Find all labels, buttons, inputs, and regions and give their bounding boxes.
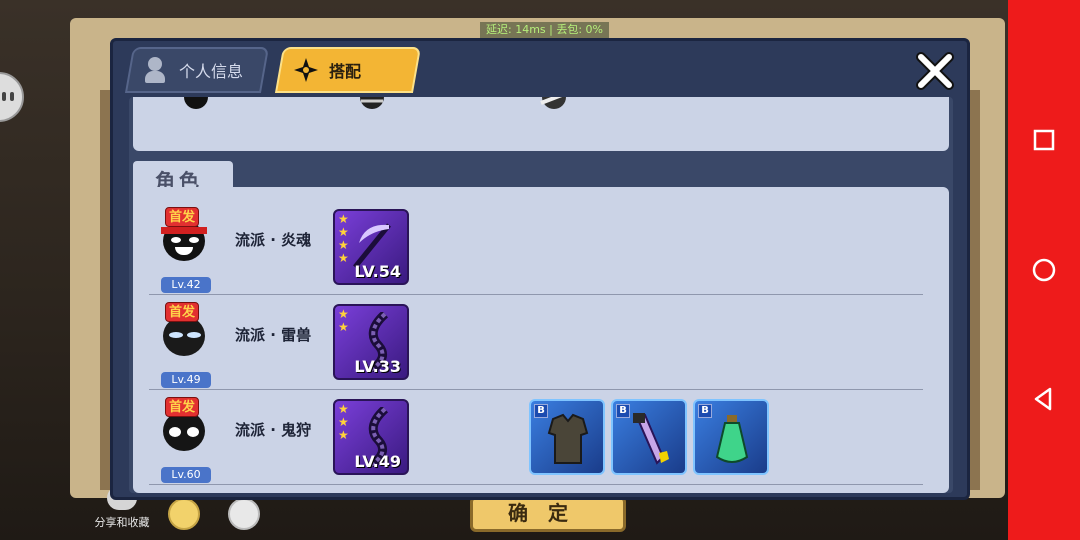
back-icon[interactable]	[1030, 385, 1058, 413]
role-row[interactable]: 首发 Lv.49 流派 · 雷兽 ★ ★ LV.33	[133, 298, 923, 390]
character-preview-icon	[184, 97, 208, 109]
school-label: 流派 · 鬼狩	[235, 421, 312, 439]
home-icon[interactable]	[1030, 256, 1058, 284]
starter-badge: 首发	[165, 302, 200, 322]
person-icon	[143, 57, 169, 83]
character-preview-icon	[540, 97, 566, 109]
star-rating: ★ ★ ★ ★	[338, 212, 349, 265]
character-preview-icon	[360, 97, 384, 109]
role-row[interactable]: 首发 Lv.60 流派 · 鬼狩 ★ ★ ★ LV.49 B B B	[133, 393, 923, 485]
network-status: 延迟: 14ms | 丢包: 0%	[480, 22, 609, 38]
close-icon	[916, 52, 954, 90]
tab-lineup[interactable]: 搭配	[274, 47, 422, 93]
school-label: 流派 · 雷兽	[235, 326, 312, 344]
eye-icon	[10, 92, 14, 101]
weapon-slot[interactable]: ★ ★ ★ LV.49	[333, 399, 409, 475]
confirm-button[interactable]: 确定	[470, 496, 626, 532]
emoji-smile-icon[interactable]	[168, 498, 200, 530]
tab-personal-info[interactable]: 个人信息	[124, 47, 270, 93]
blade-icon	[633, 413, 669, 465]
level-badge: Lv.49	[161, 372, 211, 388]
tab-label: 个人信息	[179, 62, 244, 81]
weapon-slot[interactable]: ★ ★ LV.33	[333, 304, 409, 380]
armor-icon	[547, 413, 589, 464]
shuriken-icon	[293, 57, 319, 83]
level-badge: Lv.42	[161, 277, 211, 293]
equipment-slot-blade[interactable]: B	[611, 399, 687, 475]
star-rating: ★ ★	[338, 307, 349, 334]
weapon-level: LV.33	[354, 357, 401, 376]
star-rating: ★ ★ ★	[338, 402, 349, 442]
lineup-panel: 个人信息 搭配 角色 首发 Lv.42 流派 · 炎魂 ★ ★ ★ ★ LV.5…	[110, 38, 970, 500]
starter-badge: 首发	[165, 397, 200, 417]
level-badge: Lv.60	[161, 467, 211, 483]
recent-apps-icon[interactable]	[1030, 126, 1058, 154]
equipment-slot-potion[interactable]: B	[693, 399, 769, 475]
roles-list: 首发 Lv.42 流派 · 炎魂 ★ ★ ★ ★ LV.54 首发 Lv.49 …	[133, 187, 949, 493]
lineup-preview-strip	[133, 97, 949, 151]
weapon-level: LV.49	[354, 452, 401, 471]
equipment-slot-armor[interactable]: B	[529, 399, 605, 475]
share-label: 分享和收藏	[94, 516, 150, 529]
starter-badge: 首发	[165, 207, 200, 227]
school-label: 流派 · 炎魂	[235, 231, 312, 249]
close-button[interactable]	[913, 49, 957, 93]
potion-icon	[715, 415, 749, 463]
eye-icon	[2, 92, 6, 101]
panel-content: 角色 首发 Lv.42 流派 · 炎魂 ★ ★ ★ ★ LV.54 首发 Lv.…	[129, 97, 953, 493]
role-row[interactable]: 首发 Lv.42 流派 · 炎魂 ★ ★ ★ ★ LV.54	[133, 203, 923, 295]
tab-label: 搭配	[329, 62, 362, 81]
weapon-slot[interactable]: ★ ★ ★ ★ LV.54	[333, 209, 409, 285]
android-nav-bar	[1008, 0, 1080, 540]
emoji-neutral-icon[interactable]	[228, 498, 260, 530]
weapon-level: LV.54	[354, 262, 401, 281]
